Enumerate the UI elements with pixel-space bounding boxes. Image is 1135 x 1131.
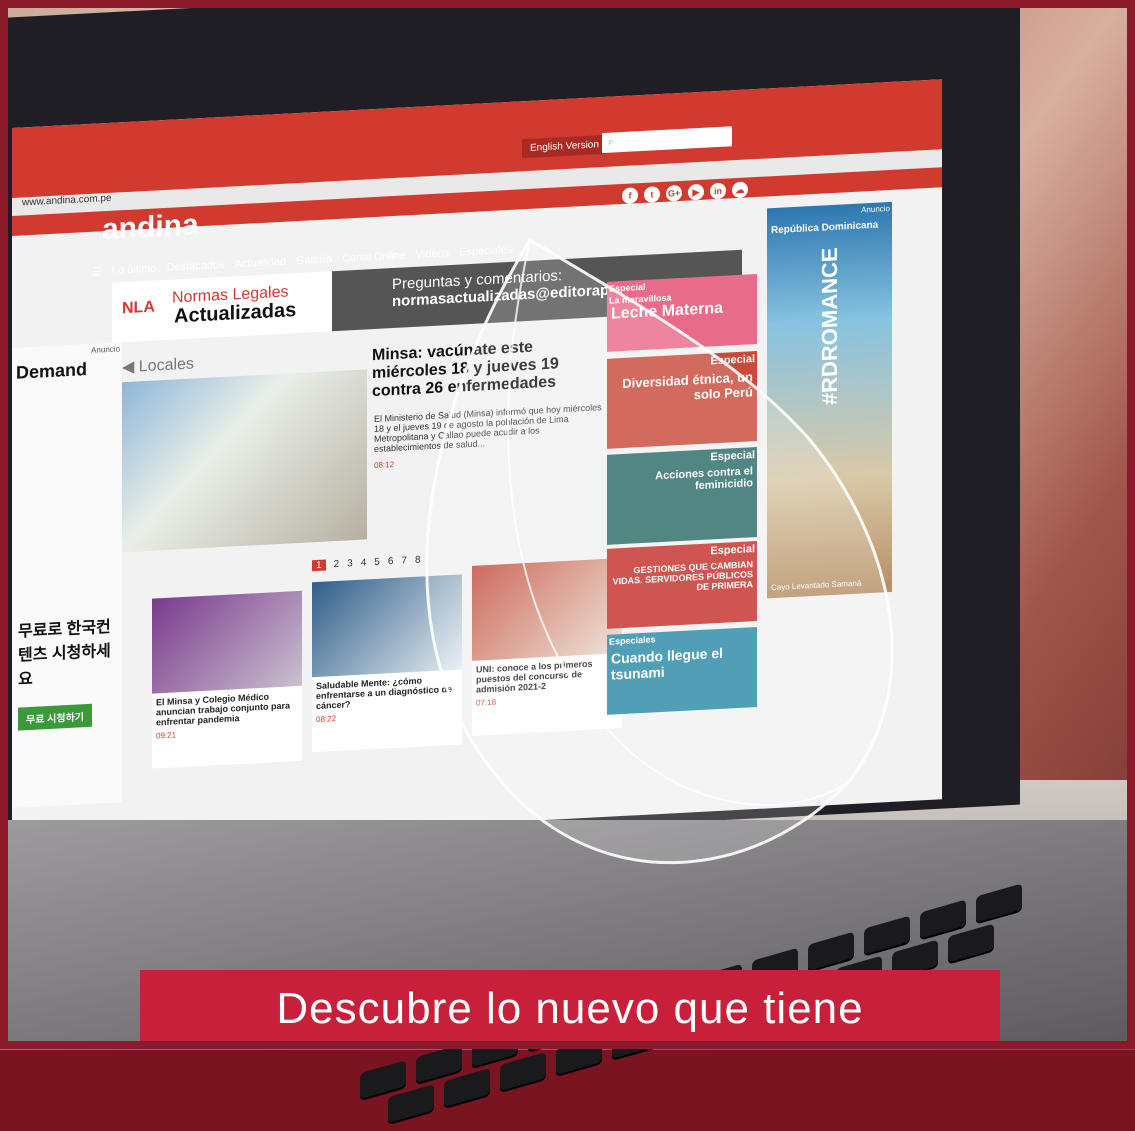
lead-headline[interactable]: Minsa: vacúnate este miércoles 18 y juev…	[372, 335, 602, 401]
search-icon: ⌕	[608, 136, 614, 148]
ad-korean-content[interactable]: Anuncio Demand 무료로 한국컨텐츠 시청하세요 무료 시청하기	[12, 342, 122, 808]
page-7[interactable]: 7	[401, 555, 407, 566]
page-1[interactable]: 1	[312, 559, 326, 572]
facebook-icon[interactable]: f	[622, 187, 638, 205]
lead-time: 08:12	[374, 459, 395, 471]
news-card[interactable]: Saludable Mente: ¿cómo enfrentarse a un …	[312, 574, 462, 753]
nav-item-videos[interactable]: Videos	[416, 247, 449, 262]
pagination: 1 2 3 4 5 6 7 8	[312, 555, 421, 572]
page-3[interactable]: 3	[347, 558, 353, 569]
news-card-image	[472, 558, 622, 661]
back-arrow-icon[interactable]: ◀	[122, 359, 134, 377]
cta-text: Descubre lo nuevo que tiene	[276, 984, 864, 1033]
nla-logo: NLA	[122, 298, 155, 318]
page-5[interactable]: 5	[374, 557, 380, 568]
key	[388, 1084, 434, 1124]
section-title: ◀ Locales	[122, 355, 194, 377]
nav-item-destacados[interactable]: Destacados	[167, 259, 225, 275]
key	[976, 883, 1022, 923]
key	[444, 1067, 490, 1108]
banner-title-bold: Actualizadas	[174, 299, 297, 328]
page-6[interactable]: 6	[388, 556, 394, 567]
ad-watch-button[interactable]: 무료 시청하기	[18, 703, 92, 731]
page-4[interactable]: 4	[361, 557, 367, 568]
lead-lede: El Ministerio de Salud (Minsa) informó q…	[374, 402, 602, 455]
nav-item-canal-online[interactable]: Canal Online	[342, 249, 406, 265]
news-card[interactable]: El Minsa y Colegio Médico anuncian traba…	[152, 590, 302, 769]
special-tsunami[interactable]: Especiales Cuando llegue el tsunami	[607, 626, 757, 715]
page-8[interactable]: 8	[415, 555, 421, 566]
key	[500, 1051, 546, 1092]
cta-banner[interactable]: Descubre lo nuevo que tiene	[140, 970, 1000, 1049]
twitter-icon[interactable]: t	[644, 186, 660, 203]
special-diversidad[interactable]: Especial Diversidad étnica, un solo Perú	[607, 350, 757, 449]
soundcloud-icon[interactable]: ☁	[732, 181, 748, 199]
news-card-image	[312, 574, 462, 678]
news-card[interactable]: UNI: conoce a los primeros puestos del c…	[472, 558, 622, 736]
nav-item-especiales[interactable]: Especiales	[459, 244, 512, 260]
lead-photo[interactable]	[122, 369, 367, 553]
special-feminicidio[interactable]: Especial Acciones contra el feminicidio	[607, 446, 757, 545]
special-gestiones[interactable]: Especial GESTIONES QUE CAMBIAN VIDAS. SE…	[607, 540, 757, 629]
andina-logo[interactable]: andina	[102, 208, 199, 247]
ad-republica-dominicana[interactable]: Anuncio República Dominicana #RDROMANCE …	[767, 201, 892, 599]
youtube-icon[interactable]: ▶	[688, 183, 704, 201]
linkedin-icon[interactable]: in	[710, 182, 726, 200]
news-card-image	[152, 590, 302, 694]
nav-item-lo-ultimo[interactable]: Lo último	[112, 262, 157, 277]
laptop-screen: www.andina.com.pe English Version ⌕ andi…	[12, 79, 942, 849]
nav-item-actualidad[interactable]: Actualidad	[235, 256, 286, 272]
menu-icon[interactable]: ☰	[92, 265, 102, 279]
google-plus-icon[interactable]: G+	[666, 184, 682, 202]
nav-item-galeria[interactable]: Galería	[296, 253, 332, 268]
page-2[interactable]: 2	[334, 559, 340, 570]
special-leche-materna[interactable]: Especial La maravillosa Leche Materna	[607, 273, 757, 352]
